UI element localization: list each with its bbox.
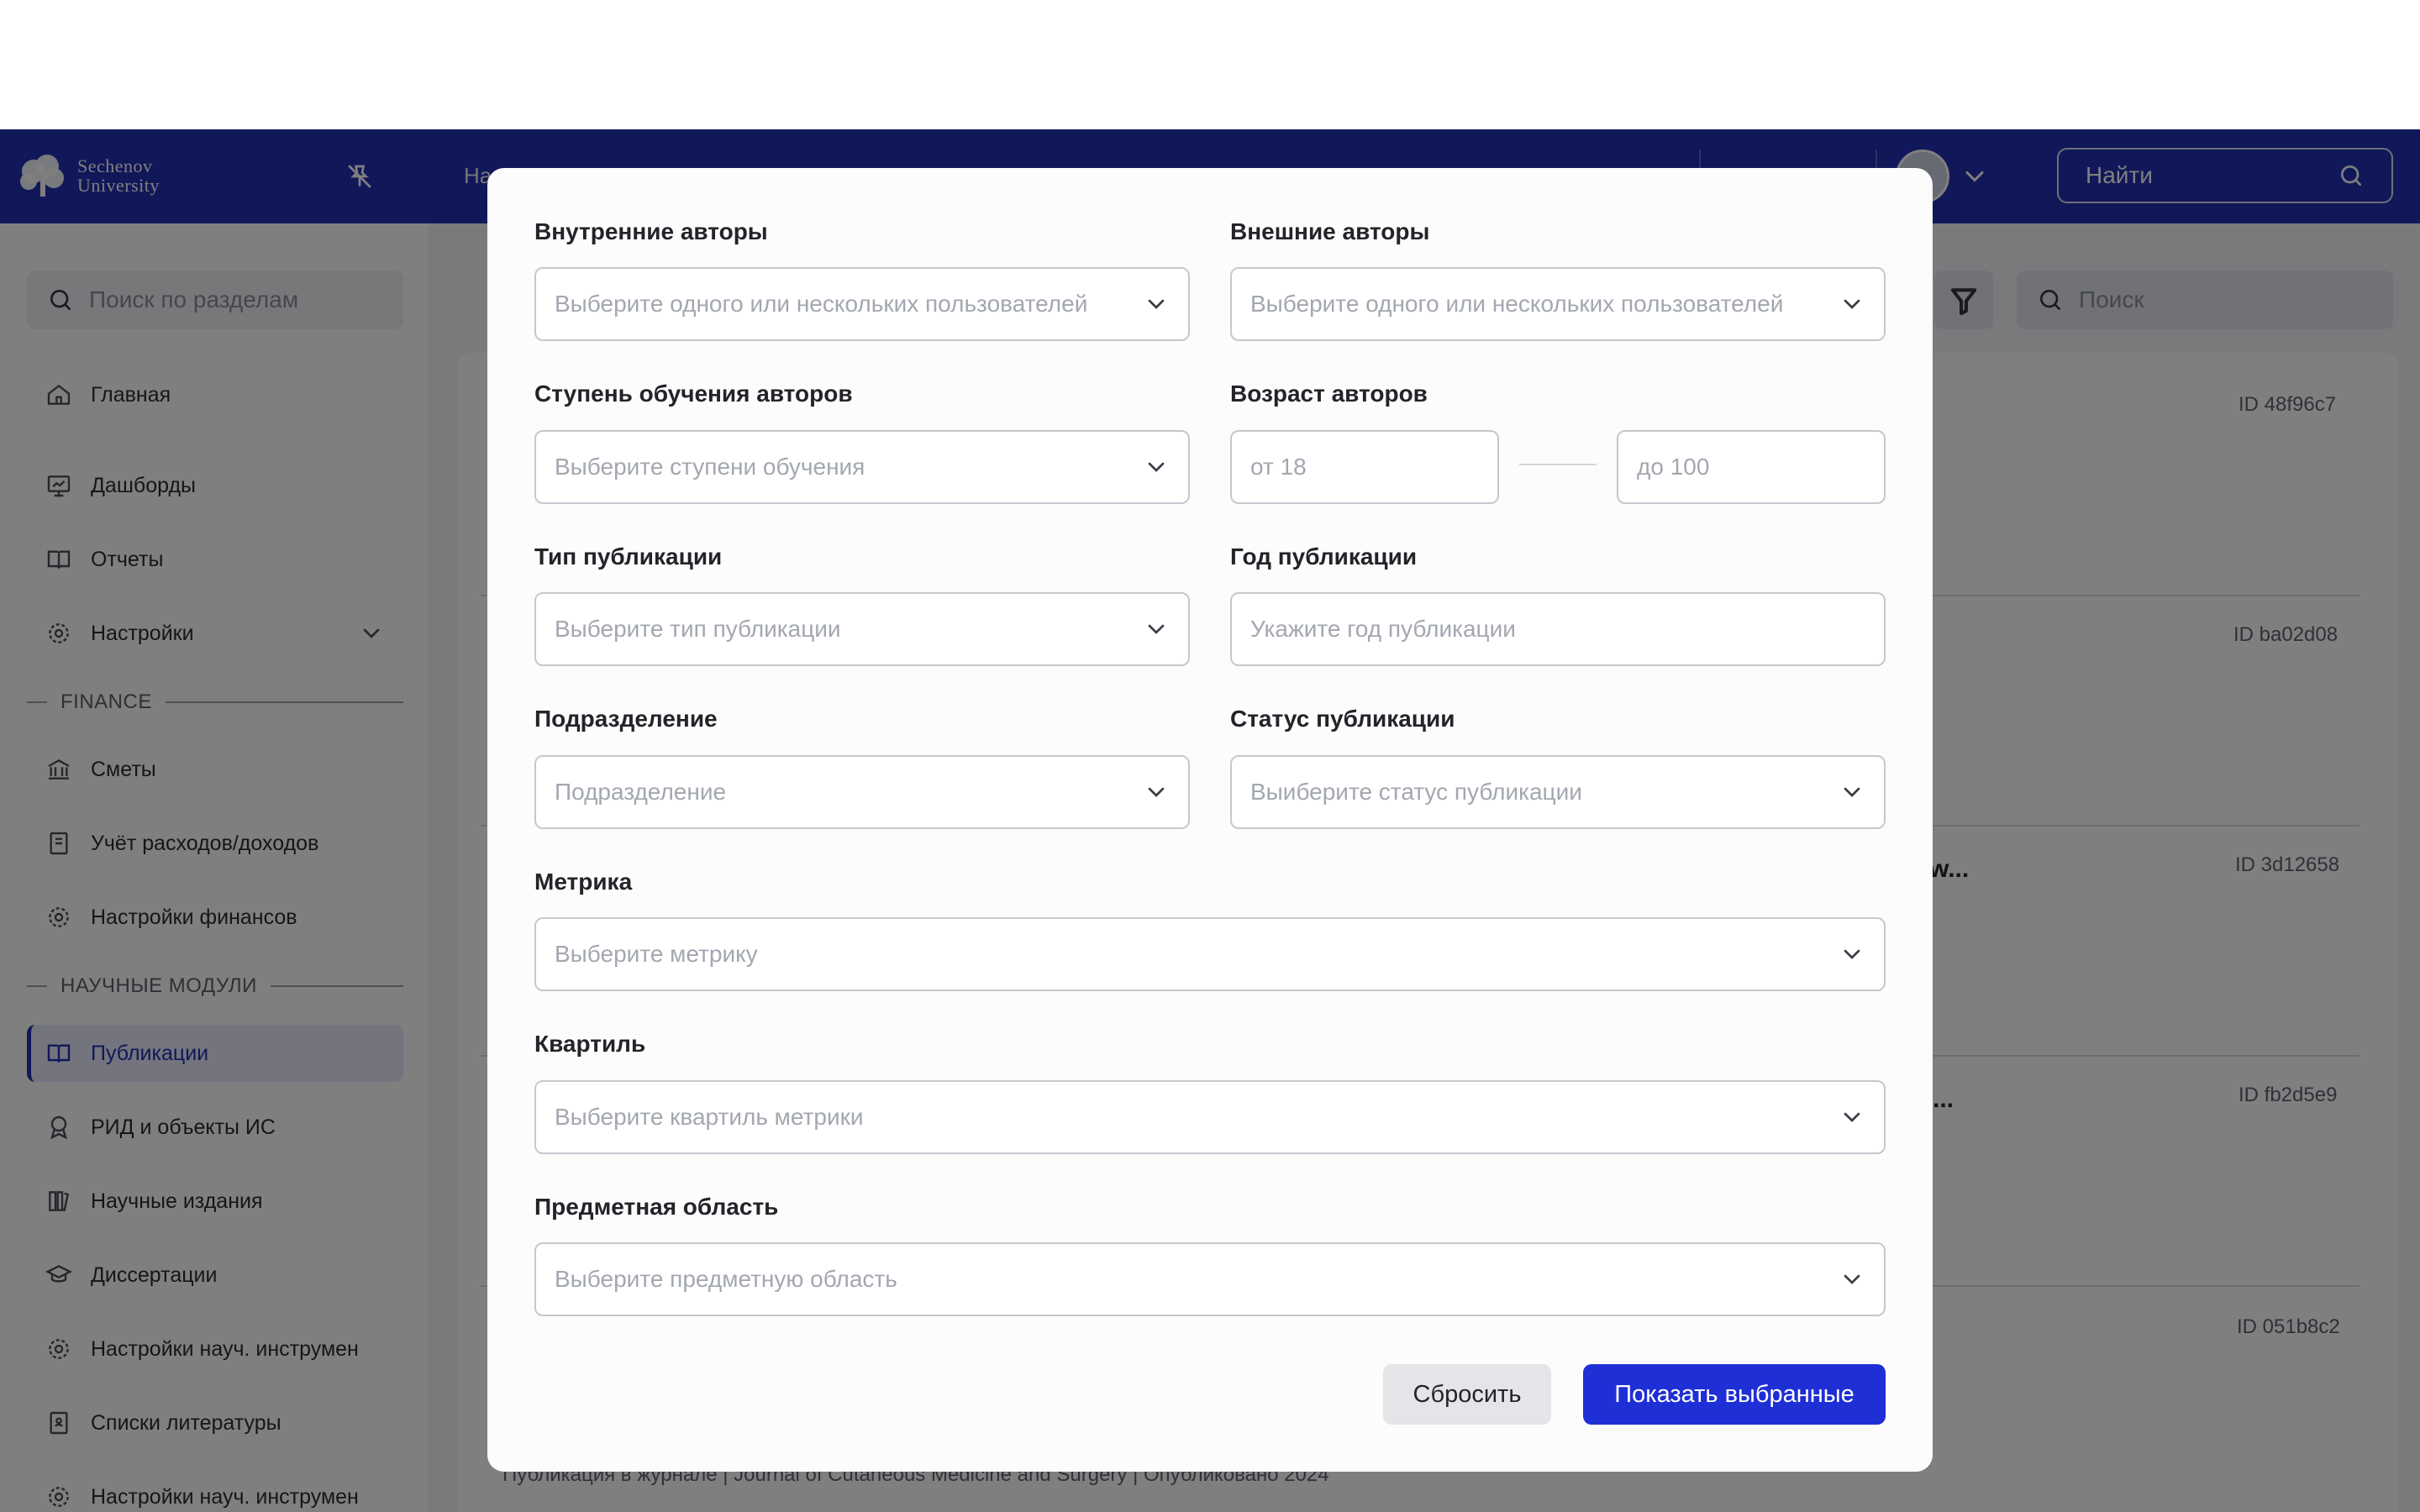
- external-authors-label: Внешние авторы: [1230, 218, 1430, 244]
- publication-type-select[interactable]: Выберите тип публикации: [534, 592, 1190, 666]
- quartile-placeholder: Выберите квартиль метрики: [555, 1104, 864, 1130]
- chevron-down-icon: [1844, 299, 1860, 309]
- education-level-select[interactable]: Выберите ступени обучения: [534, 430, 1190, 504]
- publication-type-placeholder: Выберите тип публикации: [555, 616, 841, 642]
- quartile-select[interactable]: Выберите квартиль метрики: [534, 1080, 1886, 1154]
- reset-button[interactable]: Сбросить: [1383, 1364, 1551, 1425]
- publication-year-label: Год публикации: [1230, 543, 1418, 570]
- publication-type-label: Тип публикации: [534, 543, 723, 570]
- education-level-label: Ступень обучения авторов: [534, 381, 853, 407]
- age-to-placeholder: до 100: [1637, 454, 1710, 480]
- chevron-down-icon: [1844, 1274, 1860, 1284]
- department-placeholder: Подразделение: [555, 779, 727, 805]
- publication-year-placeholder: Укажите год публикации: [1250, 616, 1516, 642]
- subject-area-placeholder: Выберите предметную область: [555, 1266, 897, 1292]
- internal-authors-label: Внутренние авторы: [534, 218, 768, 244]
- age-to-input[interactable]: до 100: [1617, 430, 1886, 504]
- age-from-placeholder: от 18: [1250, 454, 1307, 480]
- subject-area-label: Предметная область: [534, 1194, 779, 1220]
- chevron-down-icon: [1844, 949, 1860, 959]
- internal-authors-placeholder: Выберите одного или нескольких пользоват…: [555, 291, 1088, 317]
- publication-status-placeholder: Выиберите статус публикации: [1250, 779, 1582, 805]
- chevron-down-icon: [1148, 624, 1165, 634]
- education-level-placeholder: Выберите ступени обучения: [555, 454, 865, 480]
- external-authors-placeholder: Выберите одного или нескольких пользоват…: [1250, 291, 1784, 317]
- internal-authors-select[interactable]: Выберите одного или нескольких пользоват…: [534, 267, 1190, 341]
- chevron-down-icon: [1148, 787, 1165, 797]
- chevron-down-icon: [1844, 1112, 1860, 1122]
- department-label: Подразделение: [534, 706, 718, 732]
- publication-status-label: Статус публикации: [1230, 706, 1455, 732]
- department-select[interactable]: Подразделение: [534, 755, 1190, 829]
- metric-label: Метрика: [534, 869, 633, 895]
- age-label: Возраст авторов: [1230, 381, 1428, 407]
- publication-status-select[interactable]: Выиберите статус публикации: [1230, 755, 1886, 829]
- metric-select[interactable]: Выберите метрику: [534, 917, 1886, 991]
- publication-year-input[interactable]: Укажите год публикации: [1230, 592, 1886, 666]
- external-authors-select[interactable]: Выберите одного или нескольких пользоват…: [1230, 267, 1886, 341]
- chevron-down-icon: [1148, 299, 1165, 309]
- metric-placeholder: Выберите метрику: [555, 941, 758, 967]
- age-range-separator: [1519, 464, 1597, 465]
- subject-area-select[interactable]: Выберите предметную область: [534, 1242, 1886, 1316]
- age-from-input[interactable]: от 18: [1230, 430, 1499, 504]
- quartile-label: Квартиль: [534, 1031, 646, 1057]
- show-selected-button[interactable]: Показать выбранные: [1583, 1364, 1886, 1425]
- chevron-down-icon: [1844, 787, 1860, 797]
- chevron-down-icon: [1148, 462, 1165, 472]
